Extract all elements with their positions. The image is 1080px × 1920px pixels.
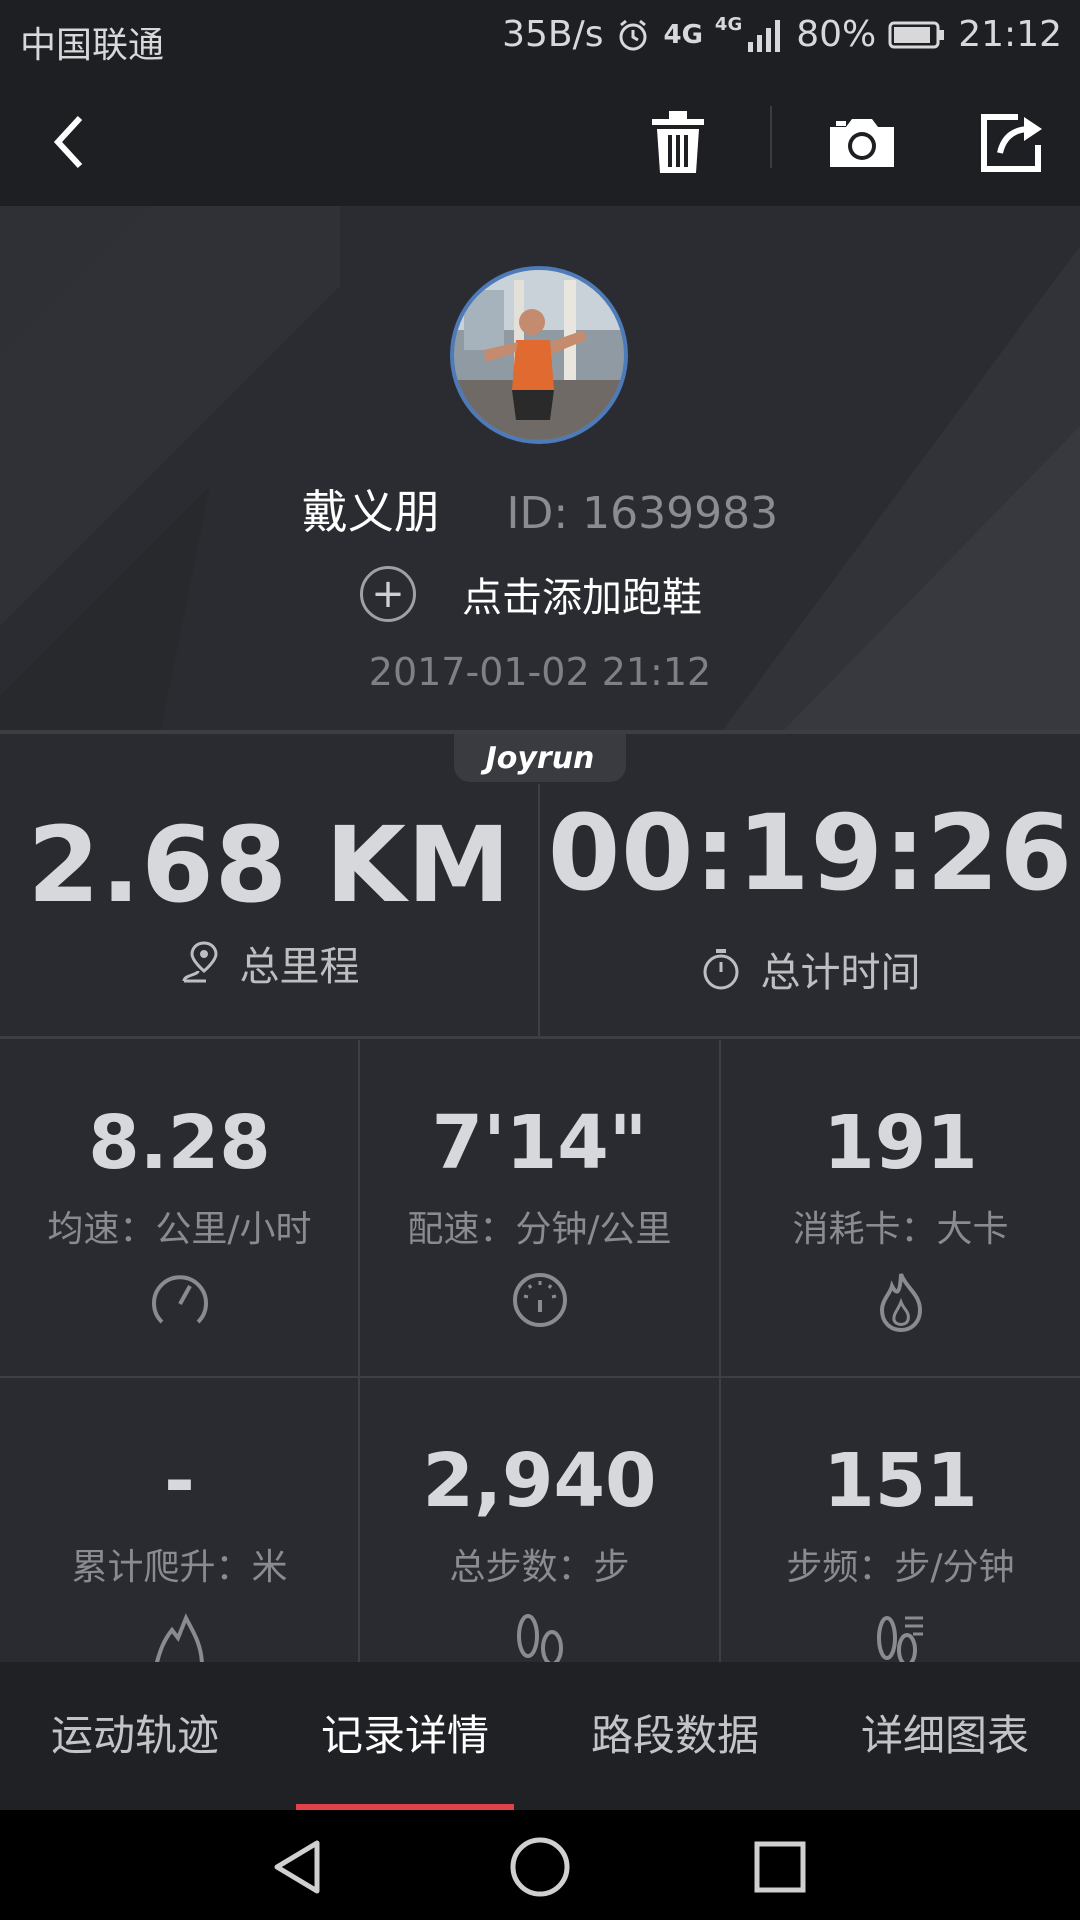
calories-label: 消耗卡：大卡 <box>792 1209 1009 1250</box>
elevation-stat: - 累计爬升：米 <box>0 1378 359 1662</box>
alarm-icon <box>619 19 647 50</box>
run-datetime: 2017-01-02 21:12 <box>368 650 712 694</box>
share-button[interactable] <box>974 104 1050 180</box>
nav-recents-button[interactable] <box>745 1832 815 1902</box>
calories-value: 191 <box>823 1100 978 1186</box>
footprints-icon <box>516 1614 563 1662</box>
avatar-photo <box>454 270 624 440</box>
delete-button[interactable] <box>640 104 716 180</box>
tab-track[interactable]: 运动轨迹 <box>0 1662 270 1810</box>
battery-icon <box>888 21 945 48</box>
pace-label: 配速：分钟/公里 <box>407 1209 672 1250</box>
pace-stat: 7'14" 配速：分钟/公里 <box>360 1040 719 1378</box>
camera-icon <box>830 119 894 167</box>
time-label-row: 总计时间 <box>541 940 1080 998</box>
cadence-stat: 151 步频：步/分钟 <box>721 1378 1080 1662</box>
network-type-2: 4G <box>714 14 743 35</box>
steps-value: 2,940 <box>422 1438 657 1524</box>
signal-icon <box>748 19 781 52</box>
user-id: ID: 1639983 <box>506 488 779 539</box>
tab-record-details[interactable]: 记录详情 <box>270 1662 540 1810</box>
system-nav-bar <box>0 1810 1080 1920</box>
speedometer-icon <box>151 1275 208 1324</box>
avatar[interactable] <box>450 266 628 444</box>
carrier-name: 中国联通 <box>20 25 165 66</box>
distance-label-row: 总里程 <box>0 934 539 992</box>
network-type-1: 4G <box>663 19 703 50</box>
detail-tab-bar: 运动轨迹 记录详情 路段数据 详细图表 <box>0 1662 1080 1810</box>
profile-name-row: 戴义朋 ID: 1639983 <box>0 476 1080 542</box>
trash-icon <box>652 111 704 173</box>
tab-detailed-charts[interactable]: 详细图表 <box>810 1662 1080 1810</box>
time-label: 总计时间 <box>760 950 921 996</box>
avg-speed-value: 8.28 <box>88 1100 271 1186</box>
chevron-left-icon <box>53 115 83 169</box>
toolbar-separator <box>770 106 772 168</box>
time-value: 00:19:26 <box>547 792 1074 914</box>
summary-stats: 2.68 KM 总里程 00:19:26 总计时间 <box>0 734 1080 1038</box>
toolbar <box>0 76 1080 206</box>
summary-divider <box>538 784 540 1038</box>
circle-home-icon <box>510 1837 570 1897</box>
avg-speed-label: 均速：公里/小时 <box>47 1209 312 1250</box>
distance-stat: 2.68 KM 总里程 <box>0 734 539 1038</box>
add-shoe-label: 点击添加跑鞋 <box>462 575 702 621</box>
network-speed: 35B/s <box>502 14 604 55</box>
pace-value: 7'14" <box>431 1100 648 1186</box>
triangle-back-icon <box>274 1840 320 1894</box>
flame-icon <box>879 1273 922 1332</box>
distance-label: 总里程 <box>239 944 360 990</box>
status-icons: 35B/s 4G 4G 80% 21:12 <box>502 14 1062 55</box>
nav-home-button[interactable] <box>505 1832 575 1902</box>
cadence-value: 151 <box>823 1438 978 1524</box>
elevation-value: - <box>164 1438 195 1524</box>
nav-back-button[interactable] <box>262 1832 332 1902</box>
stats-divider <box>0 1036 1080 1039</box>
cadence-icon <box>876 1616 923 1662</box>
stopwatch-icon <box>703 949 738 990</box>
user-name: 戴义朋 <box>301 485 440 539</box>
plus-circle-icon: + <box>360 566 416 622</box>
pace-gauge-icon <box>512 1273 567 1327</box>
route-pin-icon <box>182 941 218 983</box>
calories-stat: 191 消耗卡：大卡 <box>721 1040 1080 1378</box>
clock: 21:12 <box>958 14 1062 55</box>
battery-percent: 80% <box>796 14 877 55</box>
steps-stat: 2,940 总步数：步 <box>360 1378 719 1662</box>
share-icon <box>981 114 1042 172</box>
back-button[interactable] <box>30 104 106 180</box>
cadence-label: 步频：步/分钟 <box>786 1547 1015 1588</box>
avg-speed-stat: 8.28 均速：公里/小时 <box>0 1040 359 1378</box>
time-stat: 00:19:26 总计时间 <box>541 734 1080 1038</box>
stats-grid: 8.28 均速：公里/小时 7'14" 配速：分钟/公里 191 消耗卡：大卡 … <box>0 1040 1080 1662</box>
square-recents-icon <box>754 1841 806 1893</box>
camera-button[interactable] <box>824 104 900 180</box>
elevation-label: 累计爬升：米 <box>71 1547 288 1588</box>
add-shoe-button[interactable]: + 点击添加跑鞋 <box>360 562 702 626</box>
steps-label: 总步数：步 <box>449 1547 630 1588</box>
status-bar: 中国联通 35B/s 4G 4G 80% 21:12 <box>0 0 1080 76</box>
tab-segment-data[interactable]: 路段数据 <box>540 1662 810 1810</box>
distance-value: 2.68 KM <box>27 804 512 926</box>
mountain-icon <box>154 1613 204 1662</box>
